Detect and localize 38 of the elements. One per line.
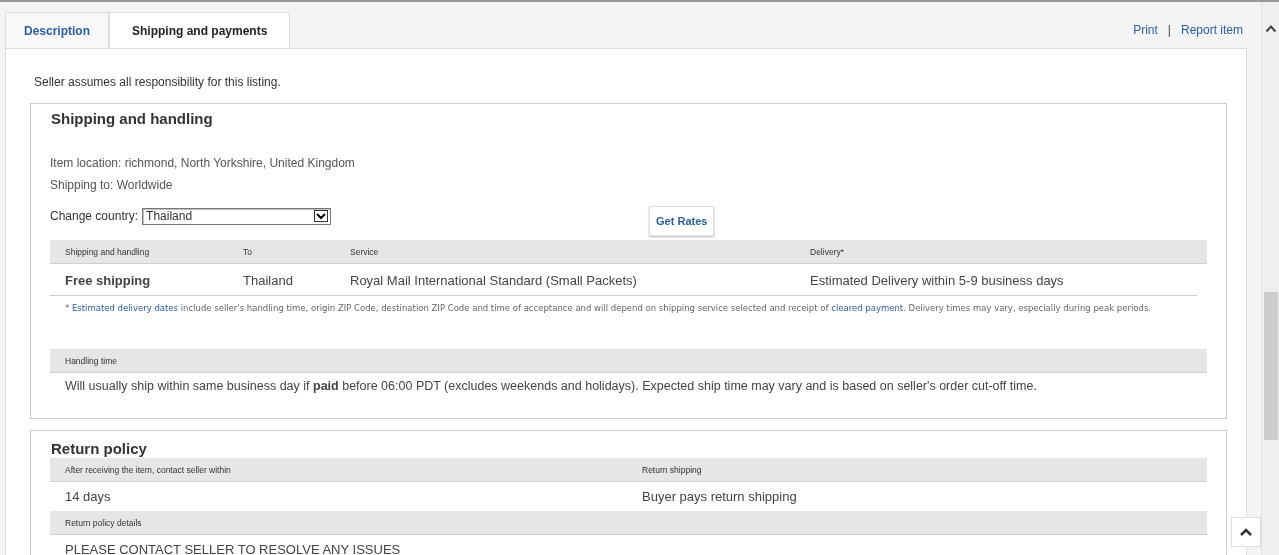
table-cell-text: Free shipping — [65, 273, 152, 288]
shipping-destination: Shipping to: Worldwide — [50, 177, 174, 194]
section-title: Shipping and handling — [50, 109, 214, 129]
top-link[interactable]: Report item — [1180, 23, 1243, 37]
get-rates-button[interactable]: Get Rates — [649, 206, 715, 236]
footnote-link[interactable]: Estimated delivery dates — [71, 303, 179, 313]
section-title: Return policy — [50, 439, 148, 458]
column-header: Return policy details — [65, 517, 142, 528]
country-label: Change country: — [50, 209, 139, 223]
column-header: Service — [350, 246, 380, 257]
tab[interactable]: Shipping and payments — [109, 12, 291, 48]
caret-up-icon — [1239, 527, 1253, 537]
scrollbar[interactable] — [1261, 2, 1279, 555]
column-header: Handling time — [65, 355, 117, 366]
dropdown-arrow-icon — [314, 210, 329, 222]
delivery-footnote: * Estimated delivery dates include seller's handling time, origin ZIP Code, destination ZIP Code and time of acceptance and will depend on shipping service selected and receipt of cleared payment. Delivery times may vary, especially during peak periods. — [64, 302, 1153, 315]
column-header: Return shipping — [642, 464, 703, 475]
scroll-up-icon[interactable] — [1265, 24, 1277, 33]
table-cell-text: Estimated Delivery within 5-9 business days — [810, 273, 1065, 288]
scrollbar-thumb[interactable] — [1264, 292, 1278, 440]
column-header: To — [243, 246, 253, 257]
tab[interactable]: Description — [5, 12, 109, 48]
link-separator: | — [1167, 23, 1171, 37]
table-cell-text: 14 days — [65, 489, 112, 504]
table-cell-text: PLEASE CONTACT SELLER TO RESOLVE ANY ISSUES — [65, 542, 402, 555]
top-link[interactable]: Print — [1133, 23, 1158, 37]
table-cell-text: Royal Mail International Standard (Small Packets) — [350, 273, 638, 288]
country-dropdown[interactable]: Thailand — [142, 207, 332, 225]
column-header: Shipping and handling — [65, 246, 151, 257]
item-location: Item location: richmond, North Yorkshire, United Kingdom — [50, 155, 356, 172]
column-header: Delivery* — [810, 246, 845, 257]
footnote-link[interactable]: cleared payment. — [831, 303, 906, 313]
back-to-top-button[interactable] — [1231, 517, 1261, 547]
table-cell-text: Thailand — [243, 273, 294, 288]
table-cell-text: Buyer pays return shipping — [642, 489, 798, 504]
handling-time-text: Will usually ship within same business day if paid before 06:00 PDT (excludes weekends and holidays). Expected ship time may vary and is based on seller's order cut-off time. — [65, 379, 1037, 393]
column-header: After receiving the item, contact seller within — [65, 464, 232, 475]
seller-note: Seller assumes all responsibility for this listing. — [34, 75, 282, 89]
